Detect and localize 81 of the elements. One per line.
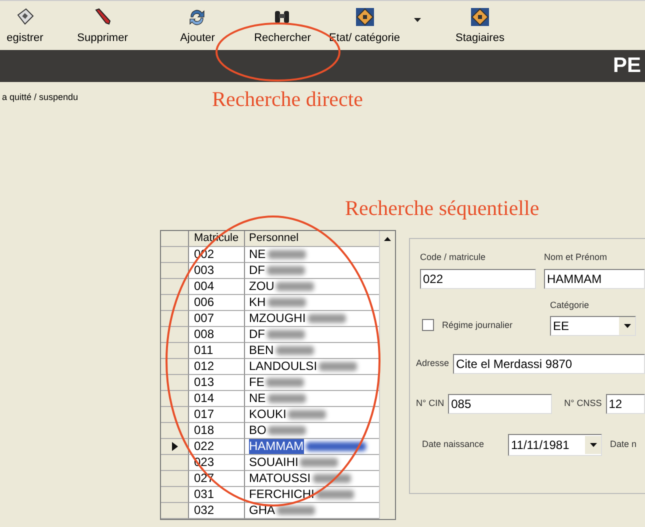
input-field[interactable]: 12 (606, 394, 645, 414)
header-title: PE (612, 53, 641, 80)
table-cell: 014 (189, 391, 245, 407)
table-cell: DF (249, 263, 265, 278)
toolbar-button[interactable]: Supprimer (77, 6, 128, 46)
table-cell: 017 (189, 407, 245, 423)
table-cell: 032 (189, 503, 245, 519)
input-field[interactable]: 085 (448, 394, 552, 414)
table-cell: 011 (189, 343, 245, 359)
pen-icon (92, 6, 112, 26)
blurred-text (316, 490, 354, 499)
table-cell: LANDOULSI (249, 359, 318, 374)
blurred-text (276, 346, 314, 355)
save-icon (15, 6, 35, 26)
blurred-text (268, 298, 306, 307)
table-cell: 003 (189, 263, 245, 279)
toolbar-button[interactable]: Stagiaires (456, 6, 504, 46)
table-cell: NE (249, 391, 266, 406)
table-cell: SOUAIHI (249, 455, 298, 470)
blurred-text (277, 506, 316, 515)
field-label: Catégorie (550, 298, 590, 312)
field-label: N° CIN (416, 397, 444, 410)
table-cell: 004 (189, 279, 245, 295)
warning-badge-icon (470, 6, 490, 26)
blurred-text (308, 314, 346, 323)
field-label: Date n (610, 438, 637, 452)
blurred-text (300, 458, 338, 467)
table-cell: 022 (189, 439, 245, 455)
table-cell: MATOUSSI (249, 471, 311, 486)
table-cell: BEN (249, 343, 274, 358)
blurred-text (268, 250, 306, 259)
table-cell: 018 (189, 423, 245, 439)
caret-icon[interactable] (414, 18, 421, 23)
blurred-text (312, 474, 351, 483)
table-cell: BO (249, 423, 266, 438)
checkbox-label: Régime journalier (442, 318, 513, 332)
annotation-text: Recherche directe (212, 86, 363, 113)
annotation-text: Recherche séquentielle (345, 195, 540, 222)
field-label: N° CNSS (564, 397, 602, 410)
blurred-text (267, 266, 305, 275)
input-field[interactable]: Cite el Merdassi 9870 (453, 354, 645, 374)
table-cell: KOUKI (249, 407, 286, 422)
blurred-text (267, 330, 305, 339)
input-field[interactable]: 022 (420, 268, 536, 288)
column-header: Personnel (245, 231, 379, 247)
blurred-text (288, 410, 326, 419)
blurred-text (319, 362, 358, 371)
table-cell: 007 (189, 311, 245, 327)
blurred-text (268, 426, 306, 435)
table-cell: HAMMAM (249, 439, 304, 454)
table-cell: 013 (189, 375, 245, 391)
blurred-text (276, 282, 314, 291)
blurred-text (306, 442, 366, 451)
toolbar-button[interactable]: Rechercher (254, 6, 311, 46)
field-label: Adresse (416, 357, 450, 370)
table-cell: 008 (189, 327, 245, 343)
table-cell: MZOUGHI (249, 311, 306, 326)
table-cell: 012 (189, 359, 245, 375)
dropdown-field[interactable]: EE (550, 316, 636, 336)
status-text: a quitté / suspendu (2, 91, 78, 104)
scroll-up-arrow-icon[interactable] (384, 237, 391, 241)
table-cell: ZOU (249, 279, 274, 294)
table-cell: 031 (189, 487, 245, 503)
input-field[interactable]: HAMMAM (544, 268, 645, 288)
field-label: Nom et Prénom (544, 251, 608, 264)
warning-badge-icon (354, 6, 374, 26)
table-cell: DF (249, 327, 265, 342)
blurred-text (268, 394, 306, 403)
toolbar-button[interactable]: egistrer (6, 6, 44, 46)
table-cell: FERCHICHI (249, 487, 314, 502)
date-field[interactable]: 11/11/1981 (508, 434, 602, 456)
blurred-text (266, 378, 304, 387)
field-label: Date naissance (422, 438, 486, 452)
table-cell: KH (249, 295, 266, 310)
field-label: Code / matricule (420, 251, 487, 264)
checkbox[interactable] (422, 319, 434, 332)
table-cell: NE (249, 247, 266, 262)
table-cell: FE (249, 375, 264, 390)
toolbar-button[interactable]: Ajouter (180, 6, 215, 46)
table-cell: 006 (189, 295, 245, 311)
table-cell: GHA (249, 503, 276, 518)
